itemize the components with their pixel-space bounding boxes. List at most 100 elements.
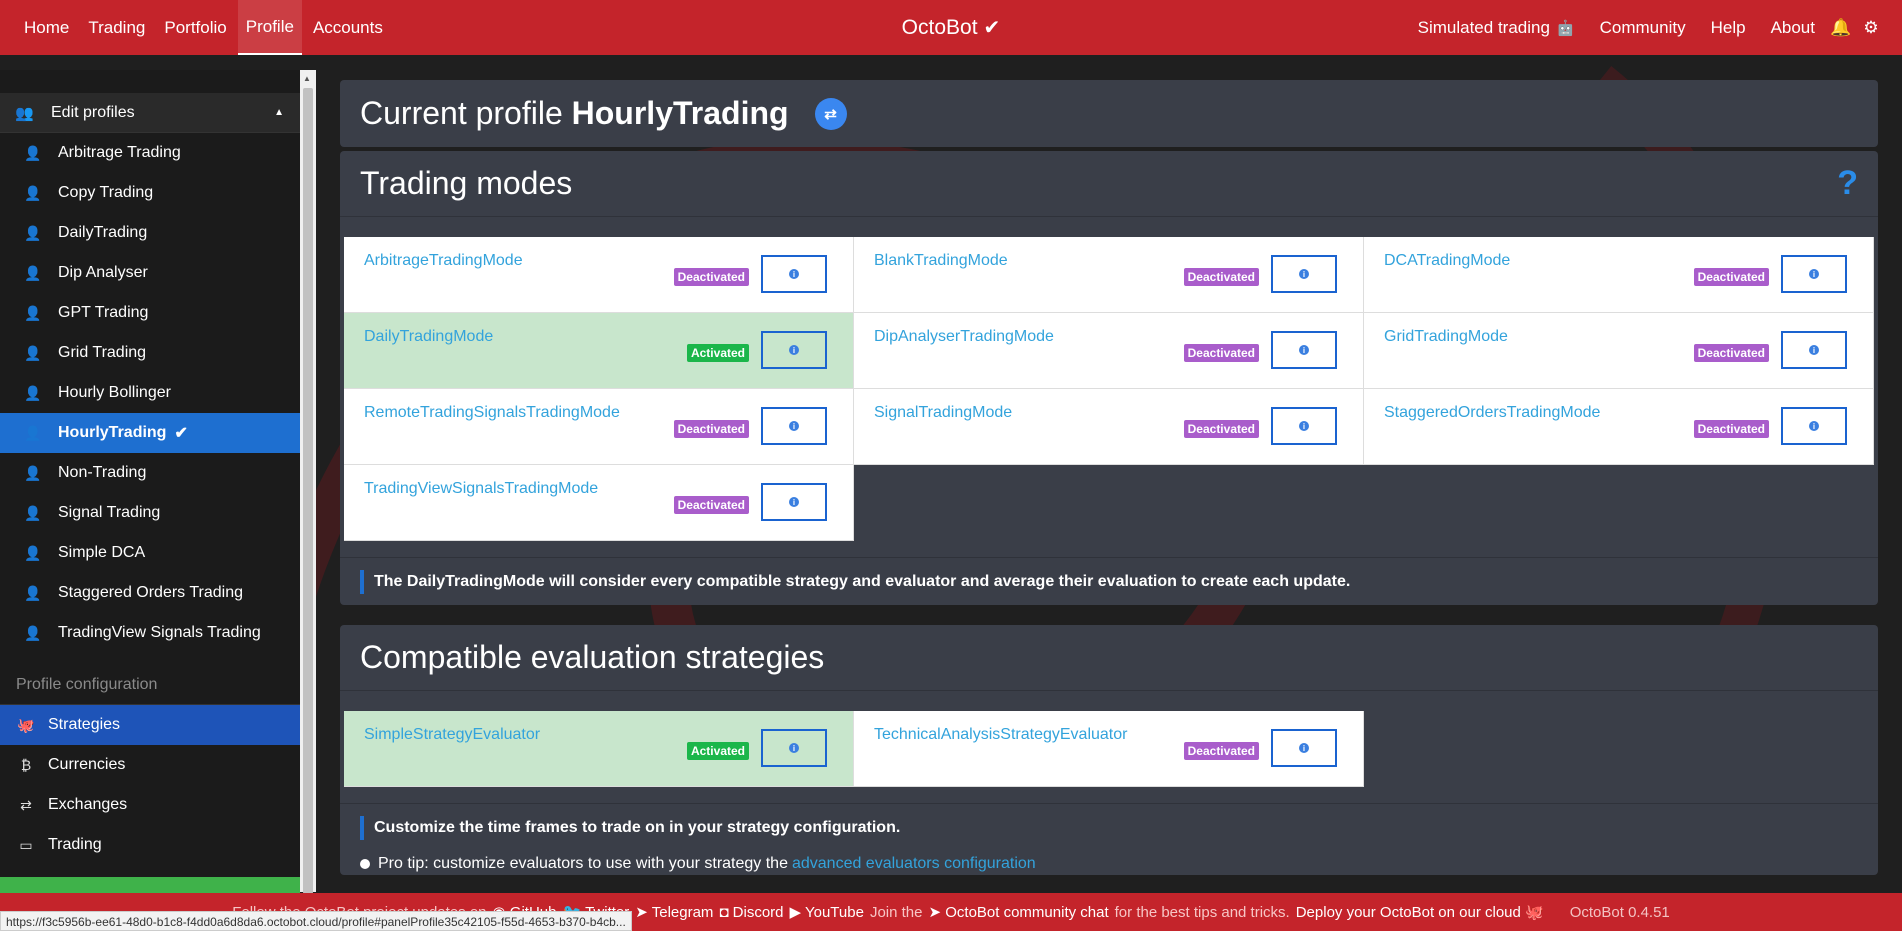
- sidebar-profile-label: Arbitrage Trading: [58, 144, 181, 161]
- bell-icon[interactable]: 🔔: [1826, 18, 1856, 38]
- trading-mode-cell[interactable]: GridTradingMode Deactivated i: [1364, 313, 1874, 389]
- question-icon[interactable]: ?: [1837, 164, 1858, 203]
- nav-simulated-trading[interactable]: Simulated trading 🤖: [1410, 0, 1583, 55]
- profile-list: 👤 Arbitrage Trading 👤 Copy Trading 👤 DailyTra…: [0, 133, 300, 653]
- discord-link[interactable]: ◘ Discord: [719, 904, 783, 921]
- mode-name-link[interactable]: TechnicalAnalysisStrategyEvaluator: [874, 726, 1127, 744]
- sidebar-profile-item[interactable]: 👤 Simple DCA: [0, 533, 300, 573]
- status-badge: Deactivated: [1183, 344, 1259, 362]
- trading-mode-cell[interactable]: ArbitrageTradingMode Deactivated i: [344, 237, 854, 313]
- sidebar-profile-label: Copy Trading: [58, 184, 154, 201]
- sidebar-profile-item[interactable]: 👤 Staggered Orders Trading: [0, 573, 300, 613]
- info-button[interactable]: i: [761, 255, 827, 293]
- octopus-icon: 🐙: [17, 716, 35, 733]
- nav-home[interactable]: Home: [16, 0, 77, 55]
- sidebar-profile-item[interactable]: 👤 Signal Trading: [0, 493, 300, 533]
- info-icon: i: [789, 421, 799, 431]
- sidebar-profile-item[interactable]: 👤 Copy Trading: [0, 173, 300, 213]
- trading-mode-cell[interactable]: DailyTradingMode Activated i: [344, 313, 854, 389]
- user-lock-icon: 👤: [24, 344, 42, 361]
- gear-icon[interactable]: ⚙: [1856, 18, 1886, 38]
- mode-name-link[interactable]: DCATradingMode: [1384, 252, 1510, 270]
- nav-portfolio[interactable]: Portfolio: [156, 0, 234, 55]
- mode-name-link[interactable]: DailyTradingMode: [364, 328, 493, 346]
- info-button[interactable]: i: [1781, 407, 1847, 445]
- sidebar-profile-item[interactable]: 👤 Non-Trading: [0, 453, 300, 493]
- community-chat-link[interactable]: ➤ OctoBot community chat: [928, 903, 1108, 921]
- info-button[interactable]: i: [761, 331, 827, 369]
- nav-accounts[interactable]: Accounts: [305, 0, 391, 55]
- info-button[interactable]: i: [761, 729, 827, 767]
- mode-name-link[interactable]: ArbitrageTradingMode: [364, 252, 523, 270]
- user-lock-icon: 👤: [24, 464, 42, 481]
- strategy-cell[interactable]: TechnicalAnalysisStrategyEvaluator Deacti…: [854, 711, 1364, 787]
- nav-trading[interactable]: Trading: [80, 0, 153, 55]
- mode-name-link[interactable]: SimpleStrategyEvaluator: [364, 726, 540, 744]
- info-button[interactable]: i: [761, 483, 827, 521]
- brand-logo[interactable]: OctoBot ✔: [902, 15, 1001, 40]
- nav-help[interactable]: Help: [1703, 0, 1754, 55]
- trading-mode-cell[interactable]: DipAnalyserTradingMode Deactivated i: [854, 313, 1364, 389]
- telegram-link[interactable]: ➤ Telegram: [635, 903, 713, 921]
- trading-mode-cell[interactable]: DCATradingMode Deactivated i: [1364, 237, 1874, 313]
- mode-name-link[interactable]: SignalTradingMode: [874, 404, 1012, 422]
- mode-name-link[interactable]: StaggeredOrdersTradingMode: [1384, 404, 1600, 422]
- edit-profiles-label: Edit profiles: [51, 103, 135, 121]
- sidebar-profile-label: Signal Trading: [58, 504, 161, 521]
- discord-icon: ◘: [719, 903, 729, 921]
- strategies-grid-area: SimpleStrategyEvaluator Activated i Technic…: [340, 691, 1878, 803]
- info-button[interactable]: i: [1271, 255, 1337, 293]
- sidebar-item-trading[interactable]: ▭ Trading: [0, 825, 300, 865]
- mode-name-link[interactable]: RemoteTradingSignalsTradingMode: [364, 404, 620, 422]
- check-icon: ✔: [983, 17, 1001, 39]
- mode-name-link[interactable]: DipAnalyserTradingMode: [874, 328, 1054, 346]
- brand-name: OctoBot: [901, 15, 978, 39]
- current-profile-name: HourlyTrading: [571, 95, 789, 131]
- trading-mode-cell[interactable]: BlankTradingMode Deactivated i: [854, 237, 1364, 313]
- sidebar-profile-item[interactable]: 👤 Hourly Bollinger: [0, 373, 300, 413]
- sidebar-item-currencies[interactable]: ₿ Currencies: [0, 745, 300, 785]
- sidebar-profile-item[interactable]: 👤 DailyTrading: [0, 213, 300, 253]
- sidebar-profile-item[interactable]: 👤 TradingView Signals Trading: [0, 613, 300, 653]
- advanced-evaluators-link[interactable]: advanced evaluators configuration: [792, 855, 1036, 873]
- note-bar: [360, 815, 364, 840]
- trading-mode-cell[interactable]: SignalTradingMode Deactivated i: [854, 389, 1364, 465]
- nav-community[interactable]: Community: [1592, 0, 1694, 55]
- mode-name-link[interactable]: BlankTradingMode: [874, 252, 1008, 270]
- mode-name-link[interactable]: TradingViewSignalsTradingMode: [364, 480, 598, 498]
- strategy-cell[interactable]: SimpleStrategyEvaluator Activated i: [344, 711, 854, 787]
- trading-mode-cell[interactable]: TradingViewSignalsTradingMode Deactivated…: [344, 465, 854, 541]
- sidebar-item-strategies[interactable]: 🐙 Strategies: [0, 705, 300, 745]
- info-button[interactable]: i: [761, 407, 827, 445]
- sidebar-profile-item[interactable]: 👤 GPT Trading: [0, 293, 300, 333]
- sidebar-profile-item[interactable]: 👤 Dip Analyser: [0, 253, 300, 293]
- info-button[interactable]: i: [1271, 729, 1337, 767]
- scroll-up-arrow-icon[interactable]: ▲: [303, 74, 311, 83]
- info-button[interactable]: i: [1271, 407, 1337, 445]
- bullet-icon: [360, 859, 370, 869]
- sidebar-profile-item[interactable]: 👤 Grid Trading: [0, 333, 300, 373]
- status-badge: Deactivated: [1693, 268, 1769, 286]
- user-lock-icon: 👤: [24, 224, 42, 241]
- sidebar-scrollbar[interactable]: ▲: [300, 70, 316, 894]
- trading-mode-cell[interactable]: RemoteTradingSignalsTradingMode Deactivat…: [344, 389, 854, 465]
- sidebar-profile-item[interactable]: 👤 HourlyTrading ✔: [0, 413, 300, 453]
- user-lock-icon: 👤: [24, 304, 42, 321]
- mode-name-link[interactable]: GridTradingMode: [1384, 328, 1508, 346]
- nav-profile[interactable]: Profile: [237, 0, 302, 55]
- nav-about[interactable]: About: [1763, 0, 1823, 55]
- scrollbar-thumb[interactable]: [303, 88, 313, 894]
- info-button[interactable]: i: [1271, 331, 1337, 369]
- sidebar-profile-label: Simple DCA: [58, 544, 146, 561]
- info-button[interactable]: i: [1781, 331, 1847, 369]
- trading-mode-cell[interactable]: StaggeredOrdersTradingMode Deactivated i: [1364, 389, 1874, 465]
- info-button[interactable]: i: [1781, 255, 1847, 293]
- nav-right: Simulated trading 🤖 Community Help About…: [1404, 0, 1886, 55]
- user-icon: 👤: [24, 384, 42, 401]
- sidebar-item-exchanges[interactable]: ⇄ Exchanges: [0, 785, 300, 825]
- youtube-link[interactable]: ▶ YouTube: [790, 903, 864, 921]
- cloud-link[interactable]: Deploy your OctoBot on our cloud 🐙: [1296, 903, 1544, 921]
- switch-profile-button[interactable]: ⇄: [814, 97, 847, 130]
- edit-profiles-toggle[interactable]: 👥 Edit profiles ▲: [0, 93, 300, 133]
- sidebar-profile-item[interactable]: 👤 Arbitrage Trading: [0, 133, 300, 173]
